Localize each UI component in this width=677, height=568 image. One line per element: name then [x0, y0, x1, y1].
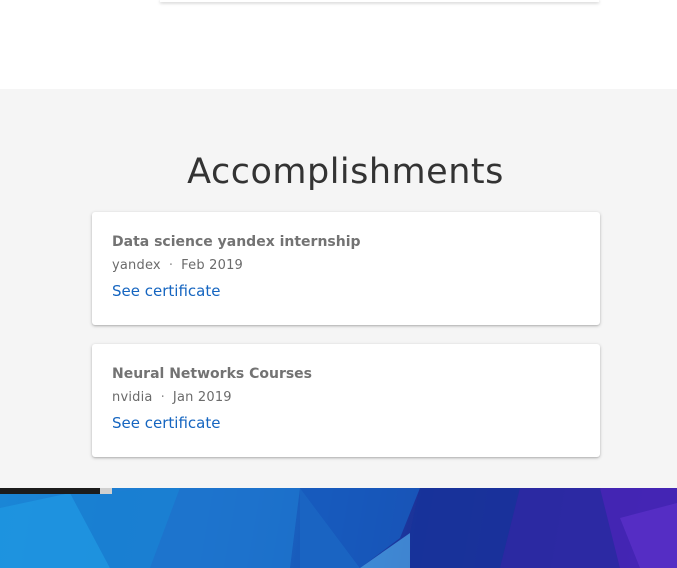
accomplishment-title: Data science yandex internship	[112, 234, 361, 250]
accomplishments-section: Accomplishments Data science yandex inte…	[0, 89, 677, 488]
see-certificate-link[interactable]: See certificate	[112, 414, 220, 432]
accomplishment-card: Neural Networks Courses nvidia · Jan 2019 …	[92, 344, 600, 457]
accomplishment-meta: nvidia · Jan 2019	[112, 390, 232, 405]
meta-separator: ·	[168, 258, 174, 273]
see-certificate-link[interactable]: See certificate	[112, 282, 220, 300]
accomplishment-issuer: nvidia	[112, 390, 153, 405]
section-title: Accomplishments	[187, 152, 504, 192]
accomplishment-title: Neural Networks Courses	[112, 366, 313, 382]
polygon-pattern	[0, 488, 677, 568]
overlay-strip	[0, 488, 112, 494]
accomplishment-card: Data science yandex internship yandex · Fe…	[92, 212, 600, 325]
previous-section	[0, 0, 677, 89]
accomplishment-date: Feb 2019	[181, 258, 244, 273]
overlay-strip-handle	[100, 488, 112, 494]
accomplishment-issuer: yandex	[112, 258, 161, 273]
background-banner-image	[0, 488, 677, 568]
accomplishment-date: Jan 2019	[172, 390, 232, 405]
previous-card-edge	[160, 0, 599, 2]
accomplishment-meta: yandex · Feb 2019	[112, 258, 243, 273]
meta-separator: ·	[160, 390, 165, 405]
